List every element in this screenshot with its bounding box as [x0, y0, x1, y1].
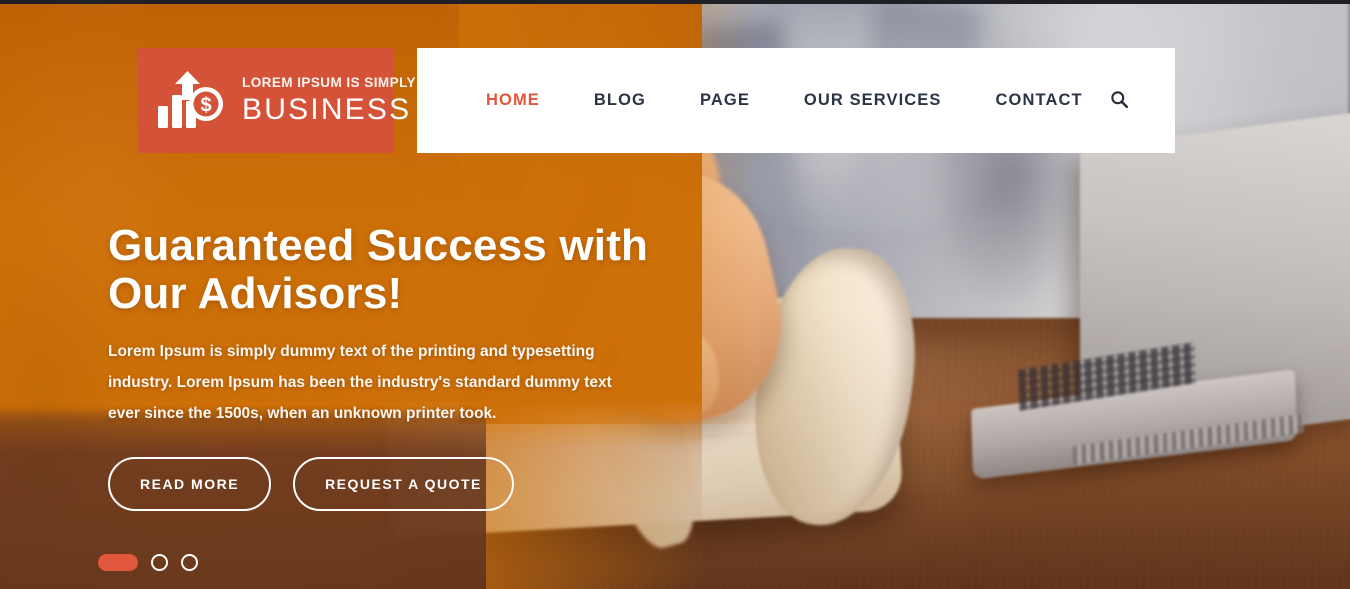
nav-item-page[interactable]: PAGE: [673, 81, 777, 120]
logo-name: BUSINESS: [242, 92, 412, 126]
hero-buttons: READ MORE REQUEST A QUOTE: [108, 456, 728, 511]
carousel-dot-1[interactable]: [98, 554, 138, 571]
search-icon: [1110, 90, 1129, 112]
hero-slider-page: $ LOREM IPSUM IS SIMPLY BUSINESS HOME BL…: [0, 0, 1350, 589]
request-a-quote-button[interactable]: REQUEST A QUOTE: [293, 456, 514, 511]
logo-text: LOREM IPSUM IS SIMPLY BUSINESS: [242, 76, 416, 125]
nav-item-home[interactable]: HOME: [459, 81, 567, 120]
carousel-dot-3[interactable]: [181, 554, 198, 571]
logo-tagline: LOREM IPSUM IS SIMPLY: [242, 75, 416, 91]
nav-item-blog[interactable]: BLOG: [567, 81, 673, 120]
hero-title: Guaranteed Success with Our Advisors!: [108, 221, 649, 318]
hero-content: Guaranteed Success with Our Advisors! Lo…: [108, 222, 728, 511]
top-edge-strip: [0, 0, 1350, 4]
search-button[interactable]: [1110, 86, 1129, 116]
svg-text:$: $: [200, 94, 211, 116]
nav-item-contact[interactable]: CONTACT: [969, 81, 1110, 120]
carousel-indicators: [98, 554, 198, 571]
nav-list: HOME BLOG PAGE OUR SERVICES CONTACT: [459, 81, 1110, 120]
logo[interactable]: $ LOREM IPSUM IS SIMPLY BUSINESS: [138, 48, 416, 153]
nav-item-our-services[interactable]: OUR SERVICES: [777, 81, 969, 120]
hero-description: Lorem Ipsum is simply dummy text of the …: [108, 342, 612, 422]
read-more-button[interactable]: READ MORE: [108, 456, 272, 511]
site-header: $ LOREM IPSUM IS SIMPLY BUSINESS HOME BL…: [0, 48, 1350, 153]
carousel-dot-2[interactable]: [151, 554, 168, 571]
bar-chart-arrow-coin-icon: $: [156, 70, 230, 132]
main-navigation: HOME BLOG PAGE OUR SERVICES CONTACT: [417, 48, 1175, 153]
